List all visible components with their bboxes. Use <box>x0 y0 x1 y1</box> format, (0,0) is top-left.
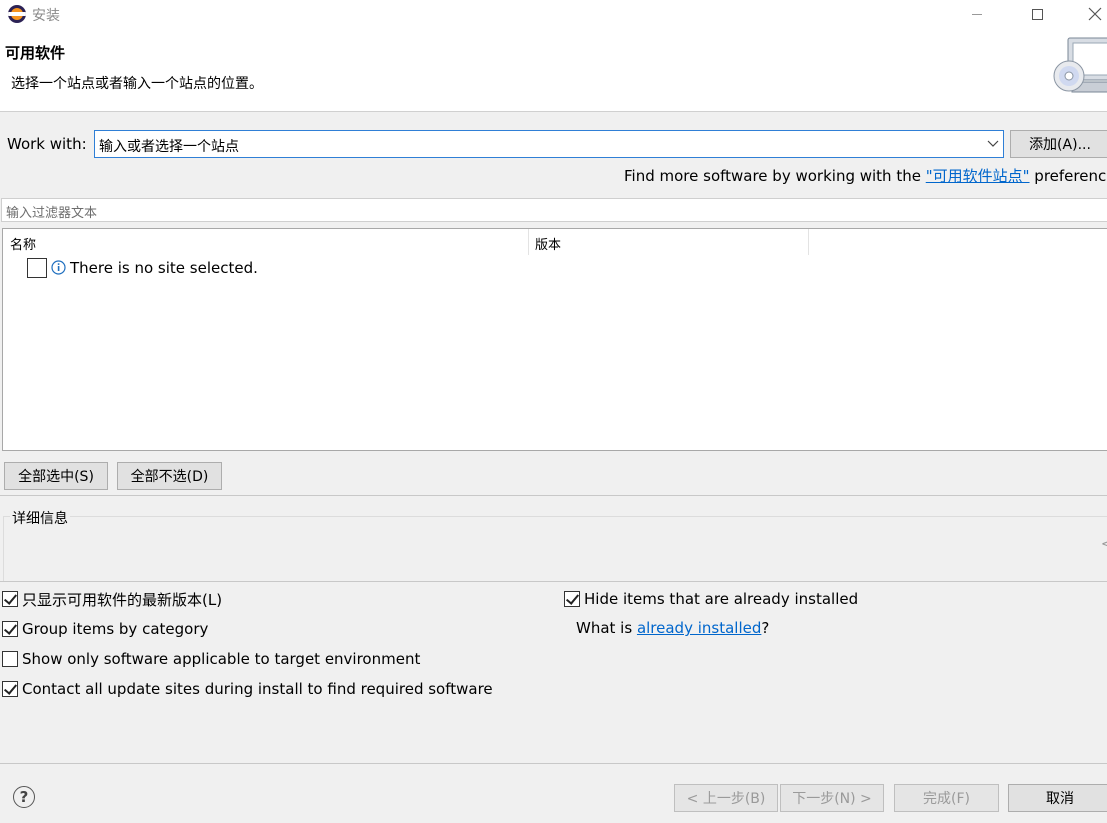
next-button[interactable]: 下一步(N) > <box>780 784 884 812</box>
column-header-name[interactable]: 名称 <box>3 229 36 255</box>
available-sites-link[interactable]: "可用软件站点" <box>926 167 1030 185</box>
target-env-label: Show only software applicable to target … <box>22 650 421 668</box>
details-area <box>3 516 1107 582</box>
contact-all-sites-checkbox[interactable] <box>2 681 18 697</box>
latest-only-checkbox[interactable] <box>2 591 18 607</box>
eclipse-app-icon <box>8 5 26 23</box>
info-icon <box>51 260 66 275</box>
work-with-label: Work with: <box>7 135 87 153</box>
group-by-category-label: Group items by category <box>22 620 209 638</box>
group-by-category-checkbox[interactable] <box>2 621 18 637</box>
option-group-by-category[interactable]: Group items by category <box>2 619 208 639</box>
select-all-button[interactable]: 全部选中(S) <box>4 462 108 490</box>
minimize-button[interactable] <box>952 0 1002 28</box>
chevron-down-icon[interactable] <box>987 139 999 149</box>
finish-button[interactable]: 完成(F) <box>894 784 999 812</box>
contact-all-sites-label: Contact all update sites during install … <box>22 680 493 698</box>
column-header-version[interactable]: 版本 <box>528 229 561 255</box>
work-with-value: 输入或者选择一个站点 <box>99 139 239 155</box>
details-scroll-indicator[interactable]: < <box>1101 537 1107 552</box>
close-button[interactable] <box>1070 0 1107 28</box>
target-env-checkbox[interactable] <box>2 651 18 667</box>
table-row[interactable]: There is no site selected. <box>3 256 1107 280</box>
what-is-prefix: What is <box>576 619 637 637</box>
find-more-text: Find more software by working with the "… <box>624 165 1107 186</box>
work-with-combo[interactable]: 输入或者选择一个站点 <box>94 130 1004 158</box>
divider <box>0 495 1107 496</box>
already-installed-link[interactable]: already installed <box>637 619 761 637</box>
wizard-header: 可用软件 选择一个站点或者输入一个站点的位置。 <box>0 28 1107 112</box>
deselect-all-button[interactable]: 全部不选(D) <box>117 462 222 490</box>
row-label: There is no site selected. <box>70 259 258 277</box>
latest-only-label: 只显示可用软件的最新版本(L) <box>22 590 223 609</box>
hide-installed-label: Hide items that are already installed <box>584 590 859 608</box>
option-target-env[interactable]: Show only software applicable to target … <box>2 649 420 669</box>
close-icon <box>1088 7 1102 21</box>
page-title: 可用软件 <box>5 44 66 62</box>
page-description: 选择一个站点或者输入一个站点的位置。 <box>11 76 263 92</box>
maximize-icon <box>1031 8 1043 20</box>
option-latest-only[interactable]: 只显示可用软件的最新版本(L) <box>2 589 222 609</box>
cd-computer-icon <box>1053 37 1107 93</box>
back-button[interactable]: < 上一步(B) <box>674 784 778 812</box>
column-separator <box>808 229 809 255</box>
divider <box>0 581 1107 582</box>
find-more-suffix: preferences <box>1034 167 1107 185</box>
filter-input[interactable]: 输入过滤器文本 <box>1 198 1107 222</box>
cancel-button[interactable]: 取消 <box>1008 784 1107 812</box>
software-table[interactable]: 名称 版本 There is no site selected. <box>2 228 1107 451</box>
title-bar: 安装 <box>0 0 1107 28</box>
filter-placeholder: 输入过滤器文本 <box>6 206 98 221</box>
what-is-suffix: ? <box>761 619 770 637</box>
hide-installed-checkbox[interactable] <box>564 591 580 607</box>
row-checkbox[interactable] <box>27 258 47 278</box>
add-site-button[interactable]: 添加(A)... <box>1010 130 1107 158</box>
minimize-icon <box>972 13 982 15</box>
what-is-installed: What is already installed? <box>576 619 769 637</box>
find-more-prefix: Find more software by working with the <box>624 167 926 185</box>
option-contact-all-sites[interactable]: Contact all update sites during install … <box>2 679 493 699</box>
divider <box>0 763 1107 764</box>
details-label: 详细信息 <box>10 508 70 528</box>
maximize-button[interactable] <box>1012 0 1062 28</box>
window-title: 安装 <box>32 8 60 24</box>
option-hide-installed[interactable]: Hide items that are already installed <box>564 589 858 609</box>
help-icon[interactable]: ? <box>13 786 35 808</box>
